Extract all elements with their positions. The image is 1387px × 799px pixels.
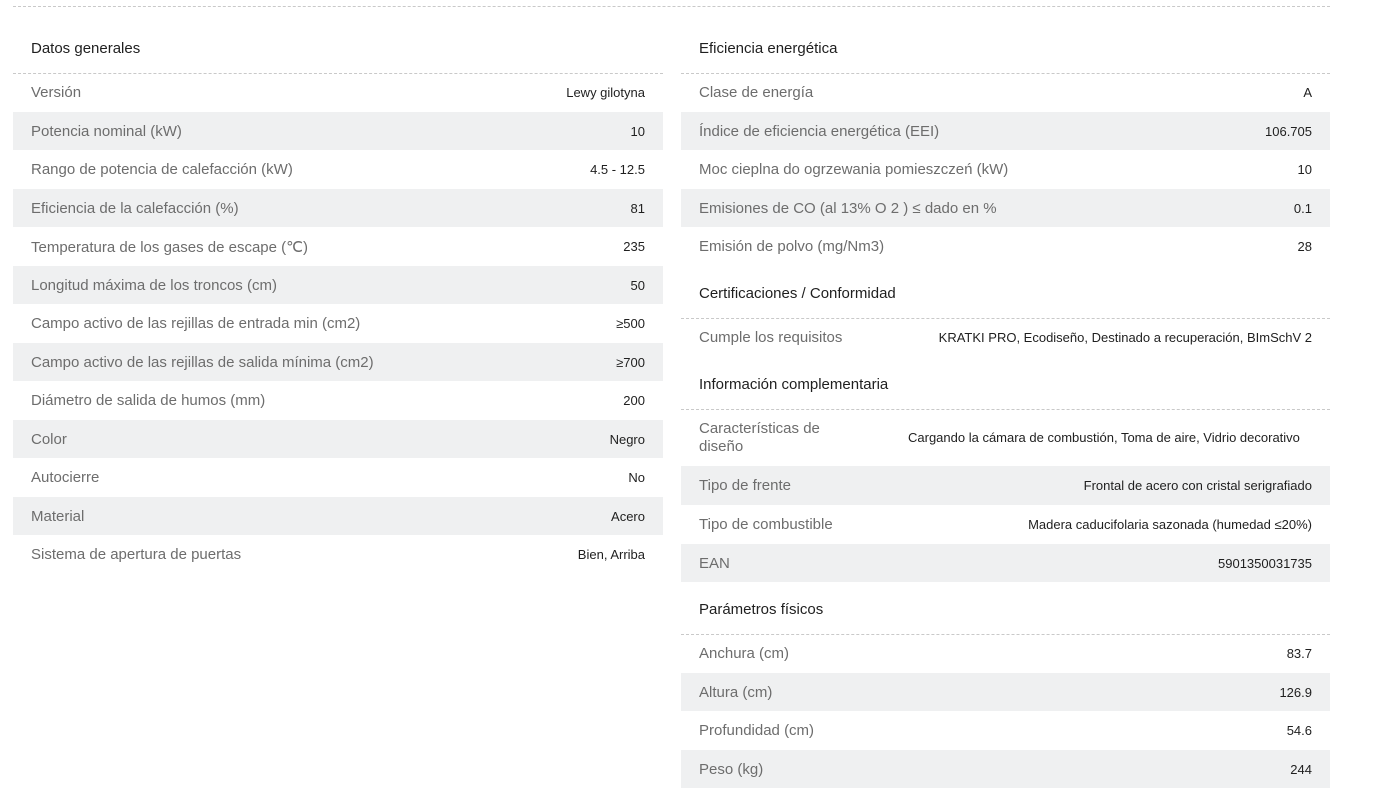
spec-row-exhaust-temp: Temperatura de los gases de escape (℃) 2… (13, 227, 663, 266)
spec-row-outlet-grille: Campo activo de las rejillas de salida m… (13, 343, 663, 381)
spec-label: Moc cieplna do ogrzewania pomieszczeń (k… (699, 161, 1009, 178)
section-title-complementary: Información complementaria (699, 376, 889, 393)
top-divider (13, 6, 1330, 7)
spec-label: Profundidad (cm) (699, 722, 815, 739)
spec-label: Rango de potencia de calefacción (kW) (31, 161, 293, 178)
section-title-physical: Parámetros físicos (699, 601, 824, 618)
spec-value: 4.5 - 12.5 (590, 162, 645, 177)
spec-value: A (1303, 85, 1312, 100)
spec-value: 50 (630, 277, 645, 293)
spec-row-log-length: Longitud máxima de los troncos (cm) 50 (13, 266, 663, 304)
spec-row-weight: Peso (kg) 244 (681, 750, 1330, 788)
spec-label: Sistema de apertura de puertas (31, 546, 242, 563)
spec-label: Campo activo de las rejillas de entrada … (31, 315, 361, 332)
spec-row-eei: Índice de eficiencia energética (EEI) 10… (681, 112, 1330, 150)
spec-label: Diámetro de salida de humos (mm) (31, 392, 266, 409)
spec-value: 235 (623, 239, 645, 254)
section-title-general: Datos generales (31, 40, 141, 57)
spec-label: Emisiones de CO (al 13% O 2 ) ≤ dado en … (699, 199, 997, 217)
spec-row-flue-diameter: Diámetro de salida de humos (mm) 200 (13, 381, 663, 420)
spec-label: Clase de energía (699, 84, 814, 101)
spec-label: Altura (cm) (699, 683, 773, 701)
spec-value: Madera caducifolaria sazonada (humedad ≤… (1028, 517, 1312, 532)
spec-value: KRATKI PRO, Ecodiseño, Destinado a recup… (938, 330, 1312, 345)
spec-value: Acero (611, 508, 645, 524)
spec-value: 200 (623, 393, 645, 408)
spec-row-inlet-grille: Campo activo de las rejillas de entrada … (13, 304, 663, 343)
spec-label: Emisión de polvo (mg/Nm3) (699, 238, 885, 255)
spec-value: Bien, Arriba (577, 547, 645, 562)
spec-row-room-heat-output: Moc cieplna do ogrzewania pomieszczeń (k… (681, 150, 1330, 189)
section-title-energy: Eficiencia energética (699, 40, 838, 57)
spec-label: Versión (31, 84, 82, 101)
spec-label: Autocierre (31, 469, 100, 486)
spec-row-nominal-power: Potencia nominal (kW) 10 (13, 112, 663, 150)
spec-value: 28 (1297, 239, 1312, 254)
spec-value: 126.9 (1279, 684, 1312, 700)
spec-value: ≥500 (616, 316, 645, 331)
spec-value: 10 (630, 123, 645, 139)
spec-row-self-closing: Autocierre No (13, 458, 663, 497)
spec-value: 106.705 (1265, 123, 1312, 139)
spec-label: Temperatura de los gases de escape (℃) (31, 238, 308, 256)
spec-value: 81 (630, 200, 645, 216)
spec-label: Campo activo de las rejillas de salida m… (31, 353, 374, 371)
spec-label: Características de diseño (699, 419, 820, 455)
spec-label: Cumple los requisitos (699, 329, 843, 346)
spec-value: 10 (1297, 162, 1312, 177)
spec-label: Tipo de combustible (699, 516, 833, 533)
spec-value: No (628, 470, 645, 485)
spec-value: Lewy gilotyna (566, 85, 645, 100)
spec-label: EAN (699, 554, 730, 572)
spec-value: 5901350031735 (1218, 555, 1312, 571)
spec-label: Tipo de frente (699, 477, 791, 494)
spec-row-fuel-type: Tipo de combustible Madera caducifolaria… (681, 505, 1330, 544)
spec-row-co-emissions: Emisiones de CO (al 13% O 2 ) ≤ dado en … (681, 189, 1330, 227)
spec-value: Frontal de acero con cristal serigrafiad… (1083, 478, 1312, 493)
spec-label: Longitud máxima de los troncos (cm) (31, 276, 277, 294)
spec-row-color: Color Negro (13, 420, 663, 458)
spec-value: 54.6 (1286, 723, 1312, 738)
section-title-certifications: Certificaciones / Conformidad (699, 285, 896, 302)
spec-row-width: Anchura (cm) 83.7 (681, 634, 1330, 673)
spec-row-ean: EAN 5901350031735 (681, 544, 1330, 582)
spec-label: Eficiencia de la calefacción (%) (31, 199, 239, 217)
spec-row-heating-efficiency: Eficiencia de la calefacción (%) 81 (13, 189, 663, 227)
spec-row-requirements: Cumple los requisitos KRATKI PRO, Ecodis… (681, 318, 1330, 357)
spec-value: 0.1 (1293, 200, 1312, 216)
spec-label: Color (31, 430, 67, 448)
spec-row-door-opening: Sistema de apertura de puertas Bien, Arr… (13, 535, 663, 574)
spec-row-energy-class: Clase de energía A (681, 73, 1330, 112)
spec-label: Potencia nominal (kW) (31, 122, 182, 140)
spec-row-height: Altura (cm) 126.9 (681, 673, 1330, 711)
spec-value: 244 (1290, 761, 1312, 777)
spec-label: Peso (kg) (699, 760, 764, 778)
spec-value: Cargando la cámara de combustión, Toma d… (908, 429, 1300, 445)
spec-row-dust-emission: Emisión de polvo (mg/Nm3) 28 (681, 227, 1330, 266)
spec-row-front-type: Tipo de frente Frontal de acero con cris… (681, 466, 1330, 505)
spec-row-version: Versión Lewy gilotyna (13, 73, 663, 112)
spec-row-material: Material Acero (13, 497, 663, 535)
spec-label: Anchura (cm) (699, 645, 790, 662)
spec-value: ≥700 (616, 354, 645, 370)
spec-row-design-features: Características de diseño Cargando la cá… (681, 409, 1330, 466)
spec-value: Negro (609, 431, 645, 447)
spec-row-power-range: Rango de potencia de calefacción (kW) 4.… (13, 150, 663, 189)
spec-label: Índice de eficiencia energética (EEI) (699, 122, 940, 140)
spec-value: 83.7 (1286, 646, 1312, 661)
spec-label: Material (31, 507, 85, 525)
spec-row-depth: Profundidad (cm) 54.6 (681, 711, 1330, 750)
